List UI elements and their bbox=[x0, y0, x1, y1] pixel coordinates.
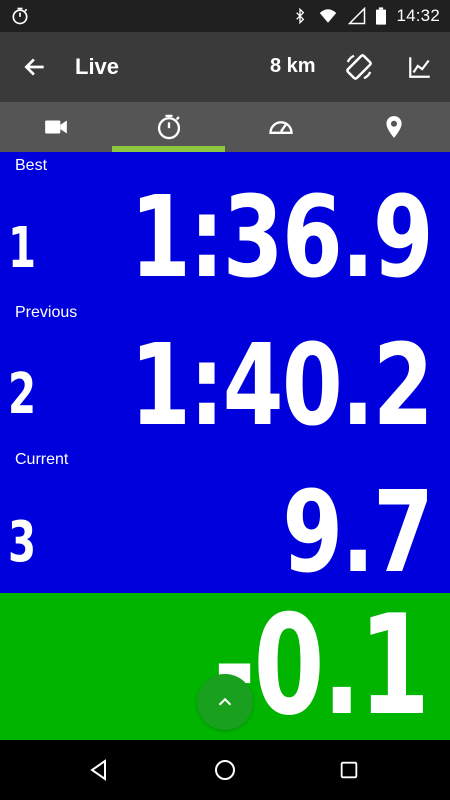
back-arrow-icon bbox=[24, 58, 44, 76]
tab-video[interactable] bbox=[0, 102, 113, 152]
previous-caption: Previous bbox=[15, 304, 78, 321]
back-triangle-icon bbox=[90, 759, 106, 781]
system-nav-bar bbox=[0, 740, 450, 800]
chart-button[interactable] bbox=[402, 49, 438, 85]
app-bar: Live 8 km bbox=[0, 32, 450, 102]
tab-speedometer[interactable] bbox=[225, 102, 338, 152]
previous-lap-number: 2 bbox=[8, 362, 37, 427]
best-caption: Best bbox=[15, 157, 48, 174]
line-chart-icon bbox=[409, 57, 430, 78]
wifi-icon bbox=[320, 9, 337, 23]
location-pin-icon bbox=[386, 116, 402, 138]
lap-times-panel: Best 1 1:36.9 Previous 2 1:40.2 Current … bbox=[0, 152, 450, 593]
rotate-screen-button[interactable] bbox=[341, 49, 377, 85]
screen-rotation-icon bbox=[346, 54, 372, 80]
home-circle-icon bbox=[215, 760, 235, 780]
expand-button[interactable] bbox=[197, 674, 253, 730]
video-camera-icon bbox=[45, 120, 68, 134]
stopwatch-icon bbox=[157, 114, 180, 140]
previous-lap-time: 1:40.2 bbox=[130, 321, 433, 451]
distance-label[interactable]: 8 km bbox=[270, 55, 316, 78]
status-icons: 14:32 bbox=[292, 0, 440, 32]
recents-square-icon bbox=[340, 761, 358, 779]
stopwatch-icon bbox=[12, 7, 28, 25]
bluetooth-icon bbox=[296, 7, 305, 25]
tab-bar bbox=[0, 102, 450, 152]
status-time: 14:32 bbox=[396, 6, 440, 25]
app-title: Live bbox=[75, 54, 120, 79]
speedometer-icon bbox=[269, 121, 293, 134]
status-bar: 14:32 bbox=[0, 0, 450, 32]
battery-icon bbox=[376, 7, 387, 25]
tab-location[interactable] bbox=[338, 102, 450, 152]
nav-recents-button[interactable] bbox=[331, 752, 367, 788]
current-caption: Current bbox=[15, 451, 69, 468]
nav-home-button[interactable] bbox=[207, 752, 243, 788]
current-lap-number: 3 bbox=[8, 510, 37, 575]
best-lap-time: 1:36.9 bbox=[130, 173, 433, 303]
signal-icon bbox=[348, 7, 366, 25]
current-lap-time: 9.7 bbox=[281, 468, 434, 598]
nav-back-button[interactable] bbox=[81, 752, 117, 788]
chevron-up-icon bbox=[218, 697, 232, 706]
tab-stopwatch[interactable] bbox=[113, 102, 226, 152]
back-button[interactable] bbox=[18, 50, 52, 84]
best-lap-number: 1 bbox=[8, 216, 37, 281]
